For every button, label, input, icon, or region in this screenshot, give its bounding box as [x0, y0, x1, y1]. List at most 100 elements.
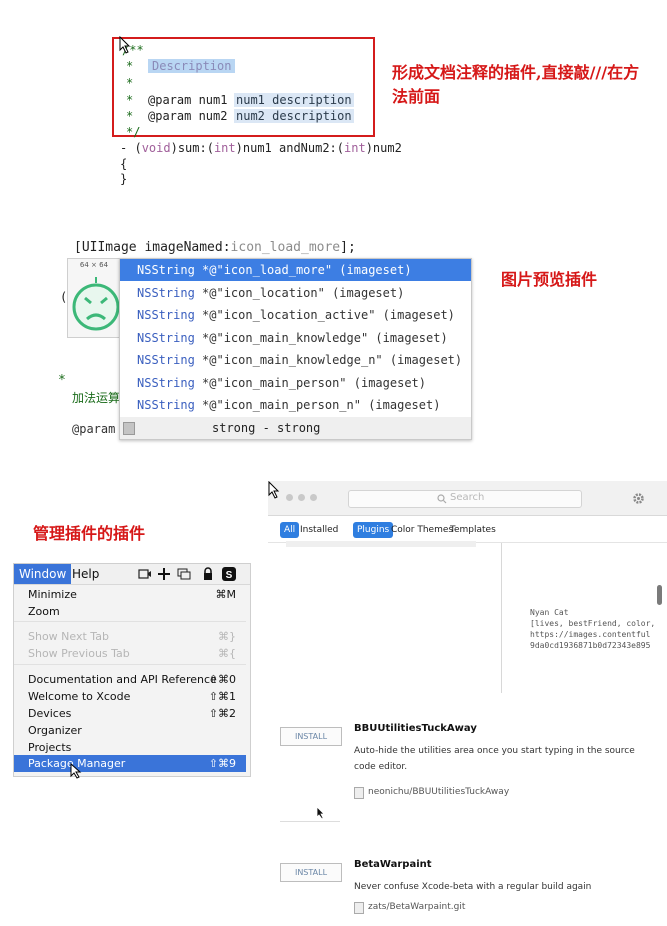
- menu-item-projects[interactable]: Projects: [14, 739, 246, 756]
- tab-templates[interactable]: Templates: [450, 522, 496, 538]
- window-icon[interactable]: [177, 568, 191, 580]
- gear-icon[interactable]: [632, 492, 645, 505]
- menu-item-package-manager[interactable]: Package Manager ⇧⌘9: [14, 755, 246, 772]
- comment-star: *: [126, 93, 134, 107]
- autocomplete-item[interactable]: NSString *@"icon_location_active" (image…: [120, 304, 471, 326]
- menu-item-shortcut: ⇧⌘1: [208, 690, 236, 703]
- menu-item-welcome-to-xcode[interactable]: Welcome to Xcode ⇧⌘1: [14, 688, 246, 705]
- tab-installed[interactable]: Installed: [300, 522, 338, 538]
- comment-text: 加法运算: [72, 391, 121, 405]
- menu-item-label: Devices: [28, 707, 72, 720]
- column-divider: [501, 543, 502, 693]
- comment-star: *: [126, 59, 134, 73]
- package-manager-window: Search All Installed Plugins Color Theme…: [268, 481, 667, 926]
- package-description: Auto-hide the utilities area once you st…: [354, 746, 635, 772]
- menu-separator: [14, 664, 246, 665]
- menu-window[interactable]: Window: [14, 564, 72, 584]
- menu-item-label: Show Previous Tab: [28, 647, 130, 660]
- comment-close: */: [126, 125, 141, 139]
- preview-size: 64 × 64: [79, 261, 109, 269]
- autocomplete-item[interactable]: NSString *@"icon_main_knowledge" (images…: [120, 327, 471, 349]
- package-title[interactable]: BBUUtilitiesTuckAway: [354, 723, 477, 734]
- menu-item-shortcut: ⌘{: [218, 647, 236, 660]
- completion-text: @"icon_load_more" (imageset): [209, 263, 412, 277]
- param1-desc-placeholder[interactable]: num1 description: [234, 93, 354, 107]
- mouse-cursor-icon: [70, 763, 82, 779]
- menu-item-zoom[interactable]: Zoom: [14, 603, 246, 620]
- install-button[interactable]: INSTALL: [280, 727, 342, 746]
- tab-plugins[interactable]: Plugins: [353, 522, 394, 538]
- menu-item-show-previous-tab[interactable]: Show Previous Tab ⌘{: [14, 645, 246, 662]
- menu-item-label: Show Next Tab: [28, 630, 109, 643]
- autocomplete-item[interactable]: NSString *@"icon_main_person" (imageset): [120, 372, 471, 394]
- menu-item-shortcut: ⌘}: [218, 630, 236, 643]
- menu-item-shortcut: ⇧⌘9: [208, 757, 236, 770]
- skype-icon[interactable]: S: [222, 567, 236, 581]
- window-menu: Window Help S Minimize ⌘M Zoom Show Next Ta…: [13, 563, 251, 777]
- autocomplete-list: NSString *@"icon_load_more" (imageset) NS…: [119, 258, 472, 440]
- menu-help[interactable]: Help: [72, 564, 99, 584]
- search-input[interactable]: Search: [348, 490, 582, 508]
- description-placeholder[interactable]: Description: [148, 59, 236, 73]
- type-label: NSString: [137, 263, 195, 277]
- package-title[interactable]: BetaWarpaint: [354, 859, 432, 870]
- param2-desc-placeholder[interactable]: num2 description: [234, 109, 354, 123]
- brace-open: {: [120, 157, 128, 171]
- menu-item-show-next-tab[interactable]: Show Next Tab ⌘}: [14, 628, 246, 645]
- menu-item-devices[interactable]: Devices ⇧⌘2: [14, 705, 246, 722]
- close-dot[interactable]: [286, 494, 293, 501]
- repo-icon: [354, 902, 364, 914]
- completion-text: @"icon_location" (imageset): [209, 285, 405, 300]
- autocomplete-item[interactable]: NSString *@"icon_load_more" (imageset): [120, 259, 471, 281]
- menu-item-shortcut: ⇧⌘2: [208, 707, 236, 720]
- minimize-dot[interactable]: [298, 494, 305, 501]
- faded-text: [286, 541, 476, 547]
- type-label: NSString: [137, 375, 195, 390]
- doc-comment-section: /** * Description * * @param num1 num1 d…: [0, 0, 667, 200]
- lock-icon[interactable]: [203, 567, 213, 581]
- search-icon: [437, 494, 447, 504]
- autocomplete-item-label: NSString *@"icon_main_knowledge" (images…: [137, 330, 448, 345]
- image-preview-panel: 64 × 64: [67, 258, 121, 338]
- scrollbar[interactable]: [657, 585, 662, 605]
- menu-item-label: Welcome to Xcode: [28, 690, 131, 703]
- svg-text:S: S: [226, 570, 233, 581]
- type-label: NSString: [137, 398, 195, 412]
- autocomplete-item-label: NSString *@"icon_location" (imageset): [137, 285, 405, 300]
- package-repo-link[interactable]: neonichu/BBUUtilitiesTuckAway: [368, 787, 509, 797]
- mouse-cursor-icon: [268, 481, 280, 499]
- footer-text: strong - strong: [212, 421, 321, 435]
- menu-item-shortcut: ⇧⌘0: [208, 673, 236, 686]
- comment-star: *: [126, 109, 134, 123]
- zoom-dot[interactable]: [310, 494, 317, 501]
- autocomplete-footer: strong - strong: [120, 417, 471, 439]
- completion-text: @"icon_main_knowledge_n" (imageset): [209, 353, 463, 367]
- menu-item-label: Organizer: [28, 724, 82, 737]
- menu-bar: Window Help S: [14, 564, 250, 585]
- autocomplete-item[interactable]: NSString *@"icon_main_knowledge_n" (imag…: [120, 349, 471, 371]
- menu-item-label: Documentation and API Reference: [28, 673, 217, 686]
- camera-icon[interactable]: [138, 568, 152, 580]
- manager-plugin-caption: 管理插件的插件: [33, 524, 146, 543]
- completion-text: @"icon_main_knowledge" (imageset): [209, 330, 448, 345]
- menu-item-minimize[interactable]: Minimize ⌘M: [14, 586, 246, 603]
- type-label: NSString: [137, 308, 195, 322]
- tab-all[interactable]: All: [280, 522, 300, 538]
- autocomplete-item[interactable]: NSString *@"icon_location" (imageset): [120, 282, 471, 304]
- search-placeholder: Search: [450, 492, 485, 503]
- autocomplete-item-label: NSString *@"icon_load_more" (imageset): [137, 263, 412, 277]
- comment-star: *: [126, 76, 134, 90]
- tab-color-themes[interactable]: Color Themes: [391, 522, 453, 538]
- menu-item-shortcut: ⌘M: [215, 588, 237, 601]
- package-repo-link[interactable]: zats/BetaWarpaint.git: [368, 902, 465, 912]
- install-button[interactable]: INSTALL: [280, 863, 342, 882]
- plus-icon[interactable]: [158, 567, 170, 581]
- menu-item-organizer[interactable]: Organizer: [14, 722, 246, 739]
- comment-param: @param: [72, 422, 116, 436]
- type-label: NSString: [137, 353, 195, 367]
- param1-name: @param num1: [148, 93, 228, 107]
- autocomplete-item-label: NSString *@"icon_main_person_n" (imagese…: [137, 398, 441, 412]
- menu-item-documentation-and-api-reference[interactable]: Documentation and API Reference ⇧⌘0: [14, 671, 246, 688]
- nyan-snippet: Nyan Cat [lives, bestFriend, color, https:…: [530, 608, 656, 650]
- autocomplete-item[interactable]: NSString *@"icon_main_person_n" (imagese…: [120, 394, 471, 416]
